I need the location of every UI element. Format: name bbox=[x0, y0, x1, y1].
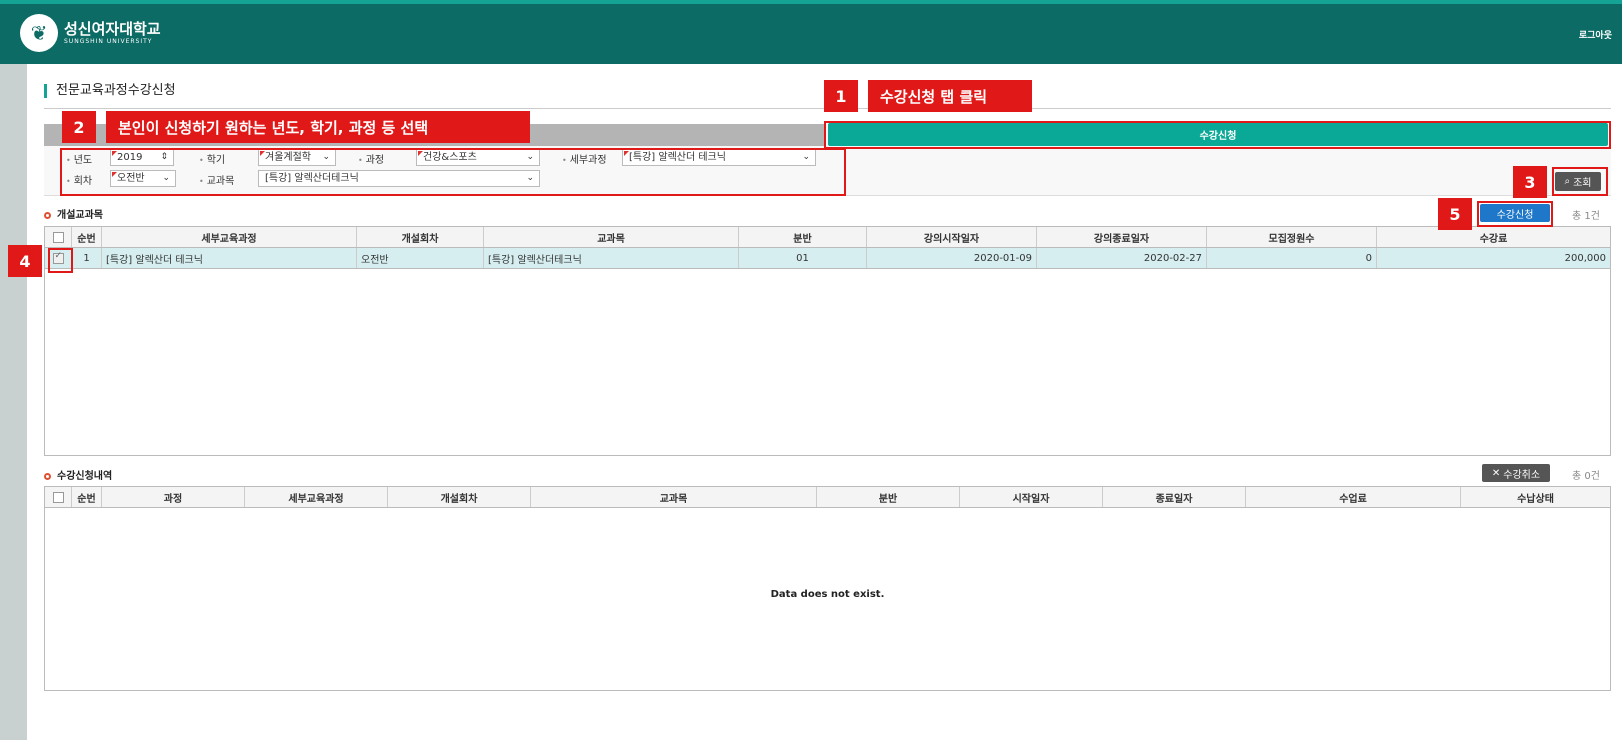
grid-header: 순번 세부교육과정 개설회차 교과목 분반 강의시작일자 강의종료일자 모집정원… bbox=[45, 227, 1610, 248]
history-title: 수강신청내역 bbox=[44, 467, 112, 482]
close-icon: ✕ bbox=[1491, 467, 1501, 479]
history-grid: 순번 과정 세부교육과정 개설회차 교과목 분반 시작일자 종료일자 수업료 수… bbox=[44, 486, 1611, 691]
history-count: 총 0건 bbox=[1572, 471, 1600, 482]
section-bullet-icon bbox=[44, 211, 51, 219]
select-all-checkbox[interactable] bbox=[52, 231, 64, 243]
university-name-kr: 성신여자대학교 bbox=[64, 20, 161, 38]
highlight-tab bbox=[824, 121, 1611, 149]
cancel-registration-button[interactable]: ✕ 수강취소 bbox=[1482, 464, 1550, 482]
university-name-en: SUNGSHIN UNIVERSITY bbox=[64, 38, 153, 45]
table-row[interactable]: 1 [특강] 알렉산더 테크닉 오전반 [특강] 알렉산더테크닉 01 2020… bbox=[45, 248, 1610, 269]
top-header: ❦ 성신여자대학교 SUNGSHIN UNIVERSITY 로그아웃 bbox=[0, 0, 1622, 64]
open-courses-grid: 순번 세부교육과정 개설회차 교과목 분반 강의시작일자 강의종료일자 모집정원… bbox=[44, 226, 1611, 456]
highlight-search-button bbox=[1552, 167, 1608, 196]
page-title: 전문교육과정수강신청 bbox=[44, 84, 176, 98]
annotation-badge-5: 5 bbox=[1438, 198, 1472, 230]
grid-header: 순번 과정 세부교육과정 개설회차 교과목 분반 시작일자 종료일자 수업료 수… bbox=[45, 487, 1610, 508]
annotation-badge-2: 2 bbox=[62, 111, 96, 143]
highlight-apply-button bbox=[1477, 201, 1553, 227]
open-courses-count: 총 1건 bbox=[1572, 211, 1600, 222]
highlight-search-fields bbox=[60, 148, 846, 196]
annotation-badge-1: 1 bbox=[824, 80, 858, 112]
section-bullet-icon bbox=[44, 472, 51, 480]
select-all-checkbox[interactable] bbox=[52, 491, 64, 503]
left-sidebar bbox=[0, 64, 27, 740]
empty-message: Data does not exist. bbox=[770, 589, 885, 600]
logout-link[interactable]: 로그아웃 bbox=[1579, 28, 1612, 41]
university-emblem-icon: ❦ bbox=[20, 14, 58, 52]
highlight-row-checkbox bbox=[48, 248, 73, 273]
annotation-badge-4: 4 bbox=[8, 245, 42, 277]
annotation-banner-2: 본인이 신청하기 원하는 년도, 학기, 과정 등 선택 bbox=[106, 111, 530, 143]
annotation-banner-1: 수강신청 탭 클릭 bbox=[868, 80, 1032, 112]
annotation-badge-3: 3 bbox=[1513, 166, 1547, 198]
university-logo[interactable]: ❦ 성신여자대학교 SUNGSHIN UNIVERSITY bbox=[20, 14, 161, 52]
open-courses-title: 개설교과목 bbox=[44, 206, 103, 221]
